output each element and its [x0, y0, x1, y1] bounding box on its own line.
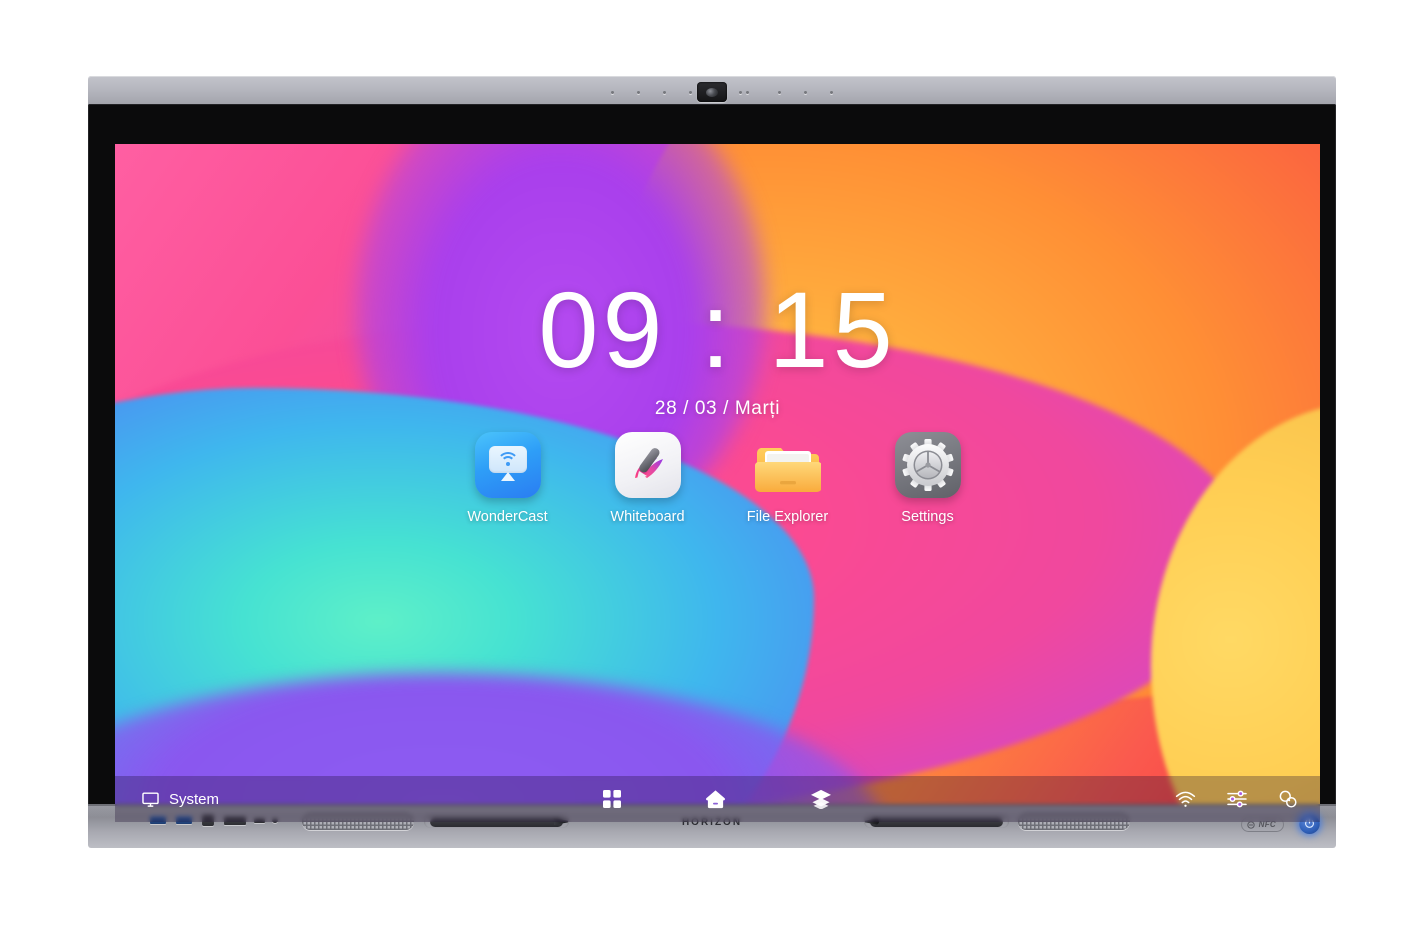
home-icon [706, 790, 725, 809]
gear-icon [894, 432, 961, 498]
camera-icon [697, 82, 727, 102]
microphone-dot [611, 91, 614, 94]
microphone-dot [746, 91, 749, 94]
microphone-dot [830, 91, 833, 94]
app-shortcut-settings[interactable]: Settings [880, 432, 976, 525]
microphone-dot [689, 91, 692, 94]
taskbar-settings-button[interactable] [1226, 790, 1248, 808]
monitor-icon [142, 791, 159, 807]
taskbar-home-button[interactable] [705, 789, 726, 809]
clock-time: 09 : 15 [538, 269, 897, 390]
wifi-icon [1175, 791, 1196, 807]
taskbar-wifi-button[interactable] [1175, 791, 1196, 808]
app-label: WonderCast [467, 509, 548, 525]
app-shortcut-file-explorer[interactable]: File Explorer [740, 432, 836, 525]
source-indicator-system[interactable]: System [141, 790, 219, 809]
camera-lens [706, 87, 718, 97]
cast-triangle [500, 472, 515, 481]
taskbar: System [115, 776, 1320, 822]
app-shortcut-whiteboard[interactable]: Whiteboard [600, 432, 696, 525]
layers-icon [811, 789, 831, 809]
microphone-dot [637, 91, 640, 94]
app-shortcut-row: WonderCast Whiteboard File Explorer Sett… [115, 432, 1320, 525]
microphone-dot [663, 91, 666, 94]
cast-icon [474, 432, 541, 498]
taskbar-recents-button[interactable] [810, 789, 832, 809]
microphone-dot [804, 91, 807, 94]
interactive-flat-panel-display: 09 : 15 28 / 03 / Marți WonderCast White… [88, 76, 1336, 848]
taskbar-tools-button[interactable] [1278, 789, 1298, 809]
pen-icon [614, 432, 681, 498]
gear-icon-svg [902, 439, 953, 491]
microphone-dot [778, 91, 781, 94]
taskbar-center-group [115, 789, 1320, 809]
display-bezel-frame: 09 : 15 28 / 03 / Marți WonderCast White… [88, 104, 1336, 822]
taskbar-apps-grid-button[interactable] [603, 789, 621, 809]
taskbar-right-group [1175, 789, 1298, 809]
display-screen: 09 : 15 28 / 03 / Marți WonderCast White… [115, 144, 1320, 822]
tools-icon [1279, 790, 1297, 808]
pen-icon-svg [634, 448, 663, 479]
sliders-icon [1227, 790, 1247, 808]
app-label: File Explorer [746, 509, 829, 525]
folder-icon-svg [754, 448, 822, 492]
app-label: Settings [901, 509, 954, 525]
cast-dot [505, 462, 510, 466]
app-label: Whiteboard [610, 509, 685, 525]
folder-icon [754, 432, 822, 498]
grid-icon [603, 790, 621, 808]
clock-widget: 09 : 15 28 / 03 / Marți [115, 276, 1320, 420]
app-shortcut-wondercast[interactable]: WonderCast [460, 432, 556, 525]
source-label: System [169, 790, 220, 808]
clock-date: 28 / 03 / Marți [654, 398, 781, 419]
microphone-dot [739, 91, 742, 94]
